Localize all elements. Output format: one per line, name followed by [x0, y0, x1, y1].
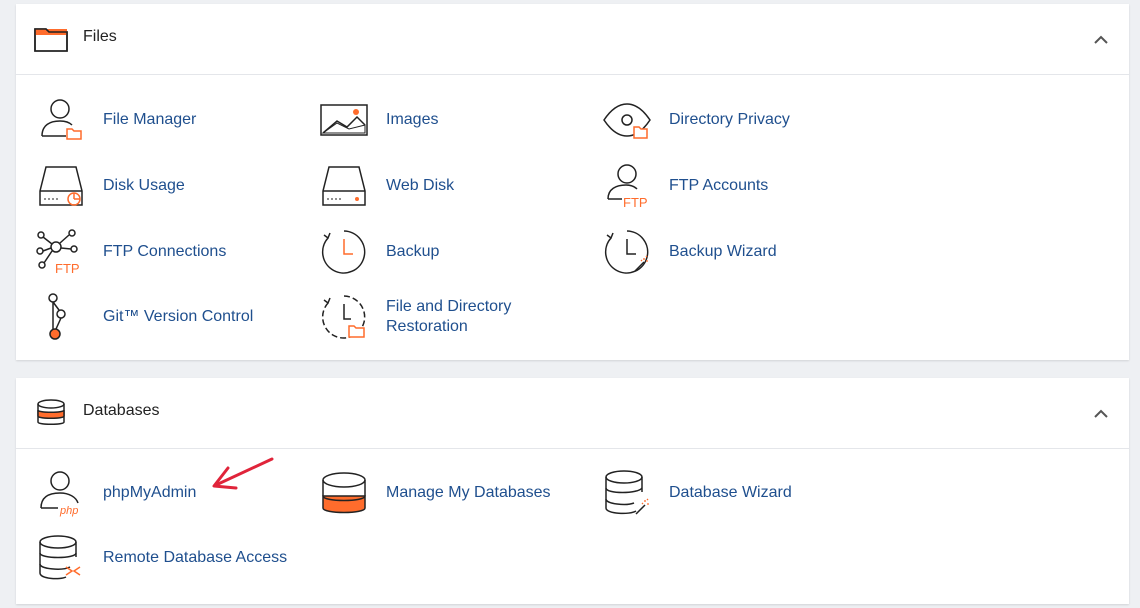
files-panel: Files File Manager Images Directory Priv: [16, 4, 1129, 360]
images-label: Images: [386, 111, 439, 128]
databases-panel: Databases php phpMyAdmin Manage My Datab…: [16, 378, 1129, 604]
ftp-connections-link[interactable]: FTP FTP Connections: [36, 227, 226, 277]
image-icon: [320, 104, 368, 136]
phpmyadmin-label: phpMyAdmin: [103, 484, 197, 501]
file-directory-restoration-label: File and Directory Restoration: [386, 297, 511, 337]
manage-my-databases-label: Manage My Databases: [386, 484, 551, 501]
directory-privacy-link[interactable]: Directory Privacy: [602, 95, 790, 145]
file-manager-link[interactable]: File Manager: [36, 95, 196, 145]
backup-link[interactable]: Backup: [319, 227, 439, 277]
disk-usage-icon: [39, 166, 83, 206]
backup-clock-icon: [321, 230, 366, 274]
disk-usage-label: Disk Usage: [103, 177, 185, 194]
web-disk-link[interactable]: Web Disk: [319, 161, 454, 211]
svg-text:php: php: [59, 505, 78, 517]
remote-database-access-label: Remote Database Access: [103, 549, 288, 566]
manage-databases-icon: [322, 472, 366, 514]
images-link[interactable]: Images: [319, 95, 438, 145]
folder-icon: [34, 28, 68, 52]
annotation-arrow-icon: [212, 457, 274, 490]
file-manager-label: File Manager: [103, 111, 197, 128]
restoration-label-line2: Restoration: [386, 318, 468, 335]
svg-text:FTP: FTP: [623, 195, 648, 210]
file-manager-icon: [41, 99, 82, 140]
git-branch-icon: [48, 293, 66, 340]
files-panel-header[interactable]: Files: [16, 4, 1129, 75]
svg-text:FTP: FTP: [55, 261, 80, 276]
phpmyadmin-link[interactable]: php phpMyAdmin: [36, 468, 196, 518]
database-icon: [37, 399, 65, 425]
directory-privacy-label: Directory Privacy: [669, 111, 790, 128]
databases-panel-header[interactable]: Databases: [16, 378, 1129, 449]
backup-wizard-label: Backup Wizard: [669, 243, 777, 260]
ftp-connections-label: FTP Connections: [103, 243, 227, 260]
file-directory-restoration-link[interactable]: File and Directory Restoration: [319, 292, 511, 342]
phpmyadmin-icon: php: [40, 471, 79, 517]
ftp-accounts-label: FTP Accounts: [669, 177, 769, 194]
ftp-connections-icon: FTP: [36, 229, 80, 276]
backup-wizard-link[interactable]: Backup Wizard: [602, 227, 777, 277]
manage-my-databases-link[interactable]: Manage My Databases: [319, 468, 551, 518]
files-section-title: Files: [83, 28, 117, 45]
remote-database-icon: [39, 535, 81, 580]
backup-wizard-icon: [604, 230, 649, 274]
eye-folder-icon: [603, 103, 651, 139]
web-disk-icon: [322, 166, 366, 206]
disk-usage-link[interactable]: Disk Usage: [36, 161, 185, 211]
ftp-accounts-icon: FTP: [607, 164, 648, 210]
databases-section-title: Databases: [83, 402, 160, 419]
remote-database-access-link[interactable]: Remote Database Access: [36, 533, 287, 583]
database-wizard-label: Database Wizard: [669, 484, 792, 501]
ftp-accounts-link[interactable]: FTP FTP Accounts: [602, 161, 768, 211]
restoration-label-line1: File and Directory: [386, 298, 512, 315]
git-version-control-label: Git™ Version Control: [103, 308, 254, 325]
web-disk-label: Web Disk: [386, 177, 455, 194]
backup-label: Backup: [386, 243, 440, 260]
database-wizard-link[interactable]: Database Wizard: [602, 468, 792, 518]
chevron-up-icon[interactable]: [1093, 408, 1109, 418]
database-wizard-icon: [605, 470, 649, 515]
chevron-up-icon[interactable]: [1093, 34, 1109, 44]
git-version-control-link[interactable]: Git™ Version Control: [36, 292, 253, 342]
restoration-icon: [321, 295, 366, 339]
